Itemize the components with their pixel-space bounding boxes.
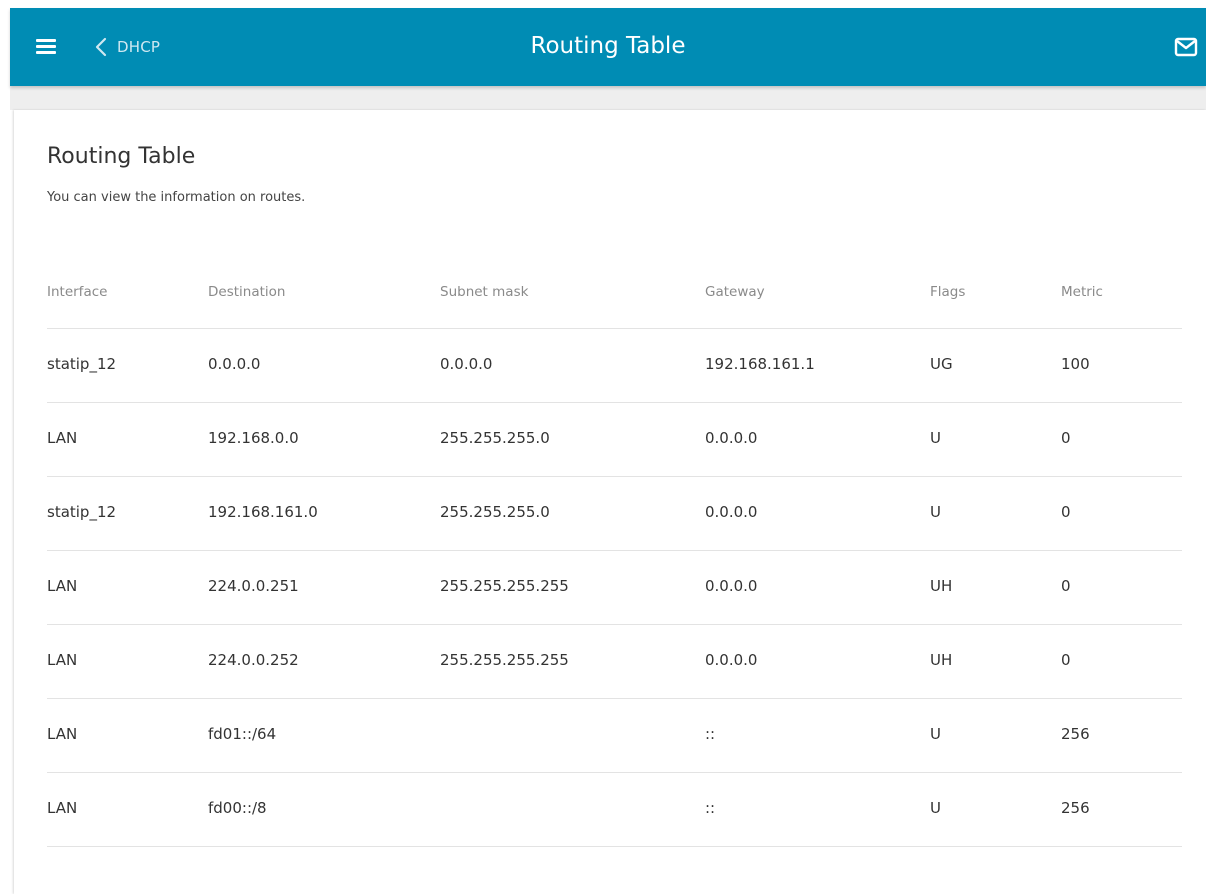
cell-destination: 0.0.0.0 <box>208 355 261 373</box>
mail-icon[interactable] <box>1174 37 1198 57</box>
cell-metric: 0 <box>1061 577 1071 595</box>
table-row: LAN fd01::/64 :: U 256 <box>47 699 1182 773</box>
cell-destination: 224.0.0.252 <box>208 651 299 669</box>
cell-destination: 192.168.161.0 <box>208 503 318 521</box>
cell-gateway: 0.0.0.0 <box>705 429 758 447</box>
cell-interface: LAN <box>47 651 78 669</box>
cell-metric: 256 <box>1061 725 1090 743</box>
table-row: LAN 192.168.0.0 255.255.255.0 0.0.0.0 U … <box>47 403 1182 477</box>
cell-interface: LAN <box>47 799 78 817</box>
cell-gateway: 0.0.0.0 <box>705 503 758 521</box>
cell-gateway: 192.168.161.1 <box>705 355 815 373</box>
cell-flags: U <box>930 799 941 817</box>
cell-metric: 0 <box>1061 503 1071 521</box>
cell-flags: UH <box>930 577 953 595</box>
table-row: statip_12 0.0.0.0 0.0.0.0 192.168.161.1 … <box>47 329 1182 403</box>
content-card: Routing Table You can view the informati… <box>14 110 1206 894</box>
column-header-metric: Metric <box>1061 284 1103 300</box>
cell-flags: U <box>930 429 941 447</box>
cell-destination: 192.168.0.0 <box>208 429 299 447</box>
table-row: LAN 224.0.0.252 255.255.255.255 0.0.0.0 … <box>47 625 1182 699</box>
cell-subnet-mask: 255.255.255.255 <box>440 651 569 669</box>
cell-flags: U <box>930 503 941 521</box>
cell-metric: 256 <box>1061 799 1090 817</box>
cell-flags: U <box>930 725 941 743</box>
column-header-flags: Flags <box>930 284 966 300</box>
page-description: You can view the information on routes. <box>47 190 306 205</box>
column-header-subnet-mask: Subnet mask <box>440 284 529 300</box>
table-row: LAN 224.0.0.251 255.255.255.255 0.0.0.0 … <box>47 551 1182 625</box>
column-header-gateway: Gateway <box>705 284 765 300</box>
cell-interface: statip_12 <box>47 503 117 521</box>
table-row: statip_12 192.168.161.0 255.255.255.0 0.… <box>47 477 1182 551</box>
cell-metric: 100 <box>1061 355 1090 373</box>
header-separator <box>10 86 1206 110</box>
cell-destination: fd01::/64 <box>208 725 277 743</box>
table-row: LAN fd00::/8 :: U 256 <box>47 773 1182 847</box>
cell-interface: LAN <box>47 725 78 743</box>
top-header-bar: DHCP Routing Table <box>10 8 1206 86</box>
cell-gateway: 0.0.0.0 <box>705 651 758 669</box>
cell-subnet-mask: 0.0.0.0 <box>440 355 493 373</box>
table-header: Interface Destination Subnet mask Gatewa… <box>47 260 1182 329</box>
cell-subnet-mask: 255.255.255.0 <box>440 503 550 521</box>
cell-destination: fd00::/8 <box>208 799 267 817</box>
routing-table: Interface Destination Subnet mask Gatewa… <box>47 260 1182 847</box>
cell-gateway: :: <box>705 725 716 743</box>
cell-flags: UH <box>930 651 953 669</box>
column-header-interface: Interface <box>47 284 108 300</box>
cell-subnet-mask: 255.255.255.255 <box>440 577 569 595</box>
page-title: Routing Table <box>47 144 196 169</box>
cell-metric: 0 <box>1061 429 1071 447</box>
cell-interface: LAN <box>47 577 78 595</box>
cell-gateway: :: <box>705 799 716 817</box>
cell-interface: statip_12 <box>47 355 117 373</box>
cell-subnet-mask: 255.255.255.0 <box>440 429 550 447</box>
cell-interface: LAN <box>47 429 78 447</box>
cell-destination: 224.0.0.251 <box>208 577 299 595</box>
header-title: Routing Table <box>530 33 686 59</box>
cell-metric: 0 <box>1061 651 1071 669</box>
cell-flags: UG <box>930 355 953 373</box>
cell-gateway: 0.0.0.0 <box>705 577 758 595</box>
column-header-destination: Destination <box>208 284 286 300</box>
